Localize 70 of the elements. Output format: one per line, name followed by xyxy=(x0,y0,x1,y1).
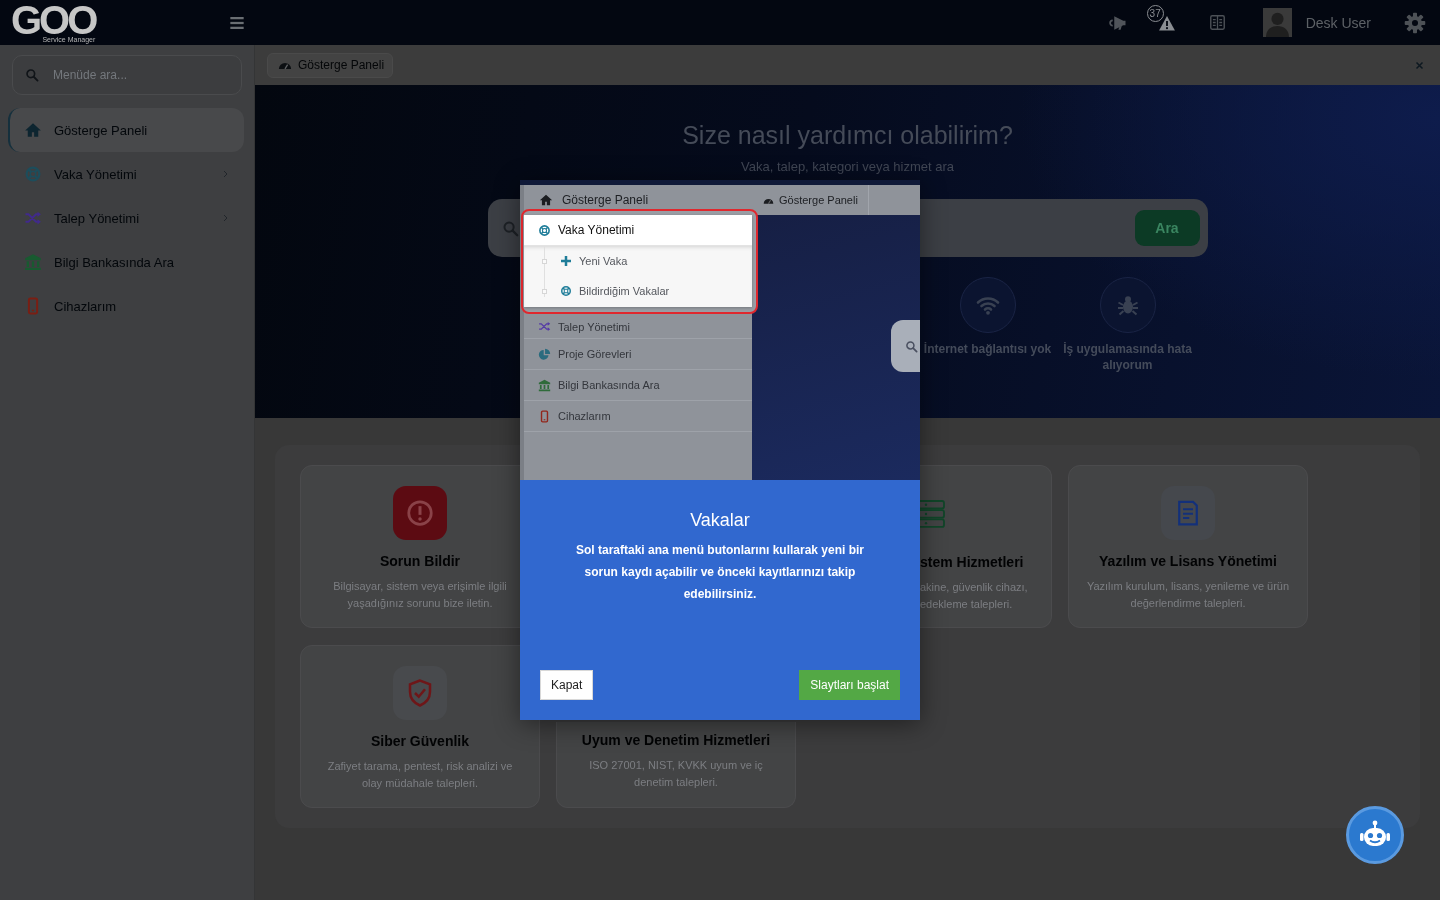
nav-item[interactable]: Talep Yönetimi xyxy=(8,196,244,240)
preview-tab-label: Gösterge Paneli xyxy=(779,194,858,206)
alert-icon xyxy=(393,486,447,540)
tour-text: Sol taraftaki ana menü butonlarını kullarak yeni bir sorun kaydı açabilir ve önceki kayıtlarınızı takip edebilirsiniz. xyxy=(574,542,866,603)
quick-link[interactable]: İnternet bağlantısı yok xyxy=(917,277,1058,373)
preview-menu-label: Cihazlarım xyxy=(558,410,611,422)
search-icon xyxy=(25,68,39,82)
megaphone-icon[interactable] xyxy=(1108,13,1127,32)
preview-menu-label: Proje Görevleri xyxy=(558,348,632,360)
avatar-icon[interactable] xyxy=(1262,8,1292,37)
preview-submenu-label: Bildirdiğim Vakalar xyxy=(579,285,670,297)
preview-menu-label: Bilgi Bankasında Ara xyxy=(558,379,660,391)
logo-wordmark[interactable]: GOO xyxy=(11,1,96,38)
wifi-icon xyxy=(959,277,1016,333)
lifebuoy-icon xyxy=(24,165,42,183)
nav-item[interactable]: Cihazlarım xyxy=(8,284,244,328)
service-card[interactable]: Siber Güvenlik Zafiyet tarama, pentest, risk analizi ve olay müdahale talepleri. xyxy=(300,645,540,808)
shuffle-icon xyxy=(24,209,42,227)
service-card[interactable]: stem Hizmetleri akine, güvenlik cihazı, edekleme talepleri. xyxy=(920,465,1052,628)
pie-chart-icon xyxy=(538,347,551,361)
lifebuoy-icon xyxy=(538,223,551,237)
card-title: Yazılım ve Lisans Yönetimi xyxy=(1099,552,1277,570)
user-name[interactable]: Desk User xyxy=(1305,14,1371,31)
phone-icon xyxy=(538,409,551,423)
preview-menu-label: Gösterge Paneli xyxy=(562,193,649,207)
chevron-icon xyxy=(221,213,230,223)
notification-badge: 37 xyxy=(1146,5,1164,22)
bug-icon xyxy=(1099,277,1156,333)
shuffle-icon xyxy=(538,320,551,333)
nav-item[interactable]: Bilgi Bankasında Ara xyxy=(8,240,244,284)
bank-icon xyxy=(538,378,551,392)
hero-title: Size nasıl yardımcı olabilirim? xyxy=(682,120,1013,150)
bank-icon xyxy=(24,253,42,271)
card-description: Yazılım kurulum, lisans, yenileme ve ürün değerlendirme talepleri. xyxy=(1085,579,1291,611)
close-icon[interactable] xyxy=(1415,60,1424,70)
page-tab[interactable]: Gösterge Paneli xyxy=(267,52,394,78)
card-description: akine, güvenlik cihazı, edekleme talepleri. xyxy=(920,580,1029,612)
home-icon xyxy=(24,121,42,139)
tour-title: Vakalar xyxy=(690,509,750,531)
card-description: Zafiyet tarama, pentest, risk analizi ve olay müdahale talepleri. xyxy=(326,759,514,791)
card-title: Sorun Bildir xyxy=(379,552,461,570)
card-title: stem Hizmetleri xyxy=(920,553,1024,571)
search-icon xyxy=(501,219,519,237)
book-icon[interactable] xyxy=(1208,14,1226,31)
home-icon xyxy=(539,193,553,207)
card-title: Siber Güvenlik xyxy=(370,732,469,750)
search-field[interactable]: Menüde ara... xyxy=(12,55,242,95)
preview-submenu-label: Yeni Vaka xyxy=(579,255,628,267)
warning-icon[interactable] xyxy=(1157,15,1176,32)
lifebuoy-icon xyxy=(560,285,572,297)
chatbot-button[interactable] xyxy=(1346,806,1404,864)
nav-item[interactable]: Vaka Yönetimi xyxy=(8,152,244,196)
plus-icon xyxy=(560,255,572,267)
settings-icon[interactable] xyxy=(1404,11,1426,34)
service-card[interactable]: Yazılım ve Lisans Yönetimi Yazılım kurulum, lisans, yenileme ve ürün değerlendirme talepleri. xyxy=(1068,465,1308,628)
shield-check-icon xyxy=(393,666,447,720)
search-icon xyxy=(905,339,918,353)
close-button[interactable]: Kapat xyxy=(540,670,594,700)
menu-icon[interactable] xyxy=(228,14,246,31)
hero-subtitle: Vaka, talep, kategori veya hizmet ara xyxy=(741,158,954,176)
server-icon xyxy=(920,500,946,528)
quick-link[interactable]: İş uygulamasında hata alıyorum xyxy=(1057,277,1198,373)
start-button[interactable]: Slaytları başlat xyxy=(799,670,900,700)
nav-item[interactable]: Gösterge Paneli xyxy=(8,108,244,152)
preview-menu-label: Talep Yönetimi xyxy=(558,320,630,333)
search-button[interactable]: Ara xyxy=(1134,210,1200,246)
preview-menu-label: Vaka Yönetimi xyxy=(558,223,635,237)
document-icon xyxy=(1161,486,1215,540)
card-title: Uyum ve Denetim Hizmetleri xyxy=(581,731,771,749)
chevron-icon xyxy=(221,169,230,179)
